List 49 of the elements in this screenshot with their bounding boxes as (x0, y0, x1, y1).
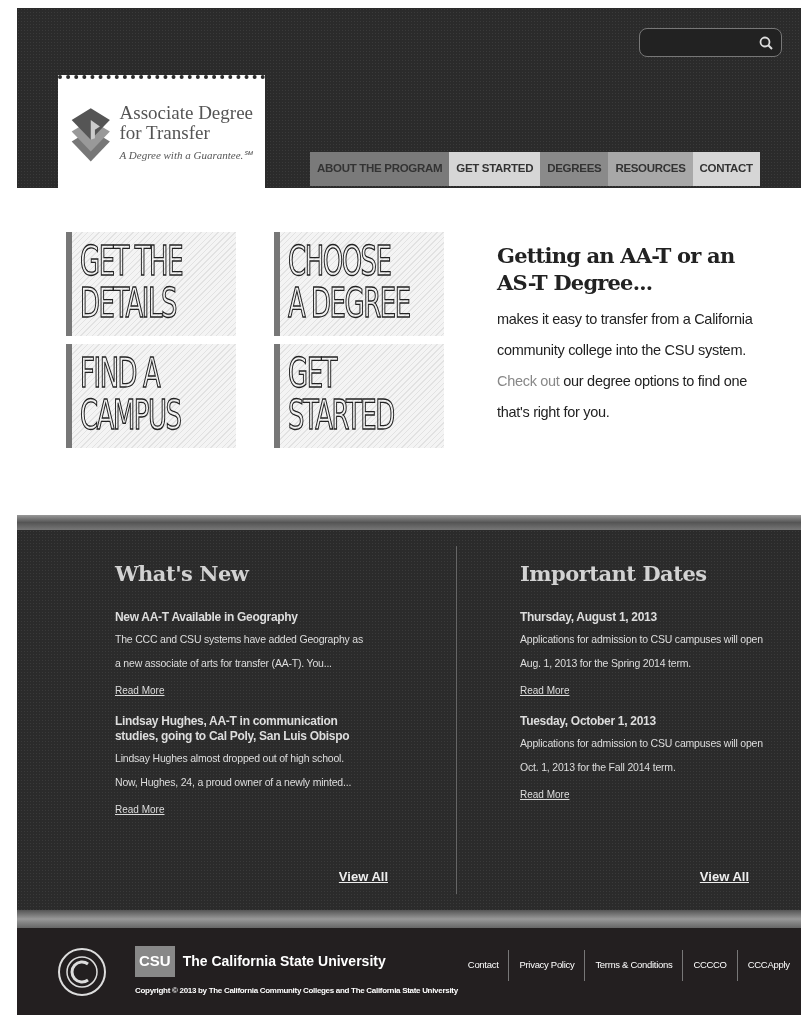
item-summary: Applications for admission to CSU campuses will open Aug. 1, 2013 for the Spring 2014 term. (520, 631, 764, 671)
nav-tab[interactable]: DEGREES (540, 152, 609, 186)
read-more-link[interactable]: Read More (520, 682, 570, 698)
copyright-text: Copyright © 2013 by The California Community Colleges and The California State University (135, 984, 458, 997)
tile-label: GET (288, 352, 339, 394)
section-heading: Important Dates (520, 560, 708, 588)
footer-link[interactable]: CCCApply (736, 950, 800, 981)
read-more-link[interactable]: Read More (115, 801, 165, 817)
footer-link[interactable]: Terms & Conditions (584, 950, 683, 981)
tile-label: GET THE (80, 240, 183, 282)
csu-name: The California State University (182, 952, 386, 971)
intro-heading: Getting an AA-T or an AS-T Degree... (497, 242, 736, 296)
tile-link[interactable]: GET STARTED (274, 344, 444, 448)
nav-tab[interactable]: CONTACT (692, 152, 760, 186)
view-all-link[interactable]: View All (699, 866, 749, 886)
tile-label: CHOOSE (288, 240, 392, 282)
item-headline: Thursday, August 1, 2013 (520, 609, 658, 625)
check-out-link[interactable]: Check out (497, 373, 560, 389)
search-field[interactable] (639, 28, 782, 57)
tile-link[interactable]: CHOOSE A DEGREE (274, 232, 444, 336)
logo-title: Associate Degree (119, 103, 253, 124)
tile-label: A DEGREE (288, 282, 410, 324)
read-more-link[interactable]: Read More (520, 786, 570, 802)
view-all-link[interactable]: View All (338, 866, 388, 886)
read-more-link[interactable]: Read More (115, 682, 165, 698)
tile-label: DETAILS (80, 282, 178, 324)
logo-tagline: A Degree with a Guarantee.℠ (119, 148, 253, 164)
item-headline: Lindsay Hughes, AA-T in communication studies, going to Cal Poly, San Luis Obispo (115, 713, 351, 744)
intro-text: makes it easy to transfer from a California community college into the CSU system. Check out our degree options to find one that's right for you. (497, 310, 754, 422)
tile-label: STARTED (288, 394, 394, 436)
footer-link[interactable]: Contact (457, 950, 509, 981)
item-summary: Applications for admission to CSU campuses will open Oct. 1, 2013 for the Fall 2014 term. (520, 735, 764, 775)
logo-title: for Transfer (119, 123, 210, 144)
csu-mark: CSU (135, 946, 175, 977)
nav-tab[interactable]: RESOURCES (608, 152, 693, 186)
nav-tab[interactable]: GET STARTED (449, 152, 541, 186)
item-summary: The CCC and CSU systems have added Geography as a new associate of arts for transfer (AA-T). You... (115, 631, 364, 671)
search-icon (759, 35, 773, 50)
tile-link[interactable]: FIND A CAMPUS (66, 344, 236, 448)
item-headline: New AA-T Available in Geography (115, 609, 299, 625)
college-seal-icon (57, 946, 107, 997)
tile-label: FIND A (80, 352, 162, 394)
footer-link[interactable]: CCCCO (682, 950, 737, 981)
footer-link[interactable]: Privacy Policy (508, 950, 585, 981)
tile-link[interactable]: GET THE DETAILS (66, 232, 236, 336)
item-headline: Tuesday, October 1, 2013 (520, 713, 657, 729)
section-heading: What's New (115, 560, 251, 588)
item-summary: Lindsay Hughes almost dropped out of high school. Now, Hughes, 24, a proud owner of a newly minted... (115, 750, 353, 790)
tile-label: CAMPUS (80, 394, 181, 436)
